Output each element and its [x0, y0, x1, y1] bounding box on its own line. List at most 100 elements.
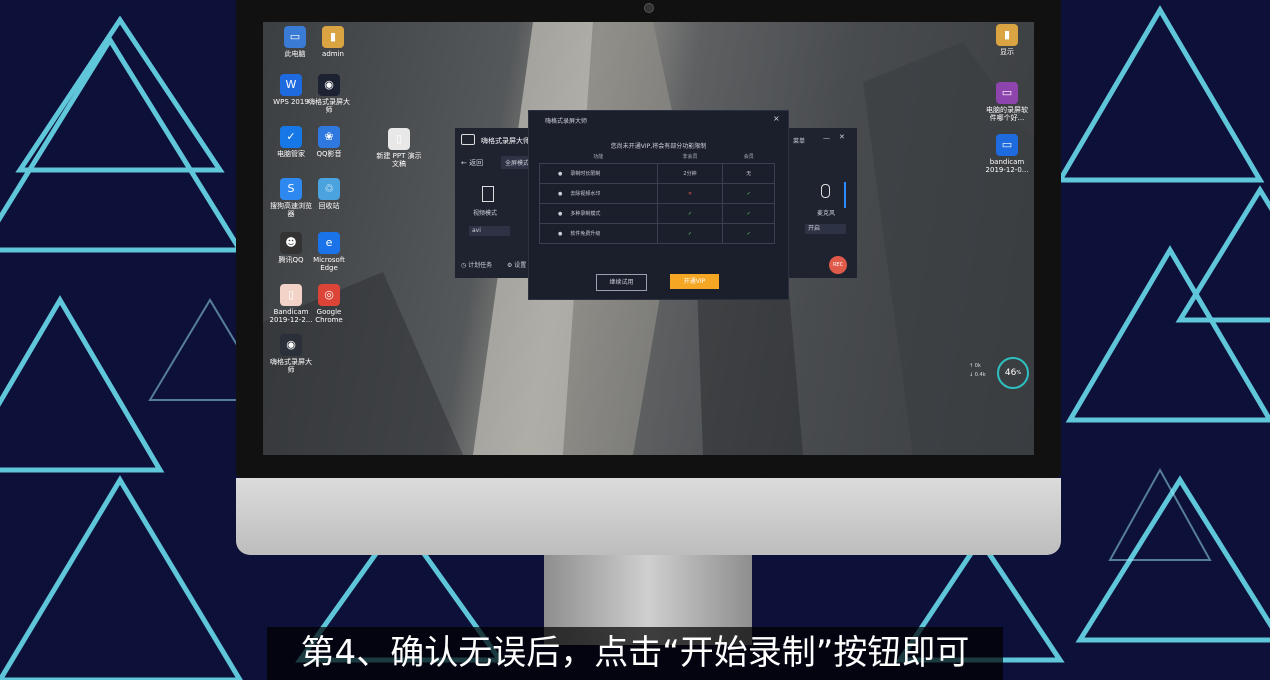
free-cell: 2分钟 — [656, 163, 724, 184]
feature-label: 软件免费升级 — [570, 231, 601, 237]
app-icon: ▮ — [322, 26, 344, 48]
rec-label: REC — [832, 262, 844, 268]
microphone-icon — [821, 184, 830, 198]
desktop-icon-label: 新建 PPT 演示文稿 — [376, 152, 422, 168]
app-logo-icon — [461, 134, 475, 145]
desktop-icon[interactable]: ▮ 显示 — [983, 24, 1031, 56]
desktop-icon[interactable]: ▭ 电脑的录屏软件哪个好... — [983, 82, 1031, 122]
feature-label: 去除视频水印 — [570, 191, 601, 197]
minimize-button[interactable]: — — [823, 134, 830, 142]
col-feature: 功能 — [593, 153, 604, 160]
app-icon: ✓ — [280, 126, 302, 148]
free-cell: ✕ — [656, 183, 724, 204]
desktop-icon-label: Google Chrome — [315, 308, 343, 324]
feature-cell: ● 去除视频水印 — [539, 183, 658, 204]
app-icon: ◉ — [280, 334, 302, 356]
col-vip: 会员 — [743, 153, 754, 160]
clock-icon: ● — [558, 171, 563, 177]
desktop-icon-label: 回收站 — [318, 202, 340, 210]
vip-cell: ✓ — [722, 203, 775, 224]
webcam-dot — [644, 3, 654, 13]
desktop-icon[interactable]: ▮ admin — [309, 26, 357, 58]
back-label: 返回 — [469, 159, 484, 167]
desktop-icon[interactable]: ▭ bandicam 2019-12-0... — [983, 134, 1031, 174]
desktop-icon-label: 电脑的录屏软件哪个好... — [986, 106, 1028, 122]
desktop-icon-label: 显示 — [1000, 48, 1014, 56]
app-icon: ▯ — [388, 128, 410, 150]
watermark-icon: ● — [558, 191, 563, 197]
menu-button[interactable]: 菜单 — [793, 136, 805, 145]
trial-button[interactable]: 继续试用 — [596, 274, 647, 291]
settings-label: 设置 — [514, 262, 527, 269]
monitor-chin — [236, 478, 1061, 555]
video-mode-label: 视频模式 — [473, 210, 498, 217]
subtitle-caption: 第4、确认无误后，点击“开始录制”按钮即可 — [267, 627, 1003, 680]
col-free: 非会员 — [682, 153, 698, 160]
dialog-title: 嗨格式录屏大师 — [545, 118, 588, 125]
app-window-left: 嗨格式录屏大师 ← 返回 全屏模式 视频模式 avi ◷ 计划任务 ⚙ 设置 — [455, 128, 533, 278]
mic-label: 麦克风 — [817, 210, 836, 217]
feature-cell: ● 多种录制模式 — [539, 203, 658, 224]
app-icon: ♲ — [318, 178, 340, 200]
format-select[interactable]: avi — [469, 226, 510, 236]
feature-cell: ● 软件免费升级 — [539, 223, 658, 244]
app-icon: ▭ — [996, 82, 1018, 104]
desktop-icon[interactable]: ❀ QQ影音 — [305, 126, 353, 158]
vip-dialog: 嗨格式录屏大师 × 您尚未开通VIP,将会有部分功能限制 功能 非会员 会员 ●… — [528, 110, 789, 300]
schedule-label: 计划任务 — [468, 262, 493, 269]
speed-down: 0.4k — [974, 372, 986, 378]
upgrade-icon: ● — [558, 231, 563, 237]
mic-state-select[interactable]: 开启 — [805, 224, 846, 234]
desktop-icon[interactable]: e Microsoft Edge — [305, 232, 353, 272]
modes-icon: ● — [558, 211, 563, 217]
free-cell: ✓ — [656, 203, 724, 224]
app-icon: ◉ — [318, 74, 340, 96]
app-icon: ◎ — [318, 284, 340, 306]
vip-cell: ✓ — [722, 223, 775, 244]
gauge-percent: 46 — [1004, 368, 1017, 378]
feature-label: 多种录制模式 — [570, 211, 601, 217]
app-window-right: 菜单 — ✕ 麦克风 开启 REC — [787, 128, 857, 278]
app-icon: W — [280, 74, 302, 96]
app-icon: ▭ — [284, 26, 306, 48]
vip-cell: ✓ — [722, 183, 775, 204]
free-cell: ✓ — [656, 223, 724, 244]
desktop-icon-label: 嗨格式录屏大师 — [308, 98, 350, 114]
feature-table: 功能 非会员 会员 ● 录制时长限制 2分钟无 ● 去除视频水印 ✕ ✓ ● 多种录制模式 ✓ ✓ ●… — [539, 149, 775, 244]
desktop-icon-label: QQ影音 — [316, 150, 342, 158]
back-button[interactable]: ← 返回 — [461, 158, 483, 168]
app-icon: ☻ — [280, 232, 302, 254]
speed-up: 0k — [974, 363, 981, 369]
close-button[interactable]: ✕ — [839, 133, 845, 141]
document-icon — [482, 186, 494, 202]
dialog-close-button[interactable]: × — [773, 114, 780, 123]
desktop-icon-label: bandicam 2019-12-0... — [985, 158, 1029, 174]
app-icon: ▮ — [996, 24, 1018, 46]
schedule-button[interactable]: ◷ 计划任务 — [461, 260, 492, 269]
table-row: ● 去除视频水印 ✕ ✓ — [539, 183, 775, 204]
table-row: ● 录制时长限制 2分钟无 — [539, 163, 775, 184]
table-header: 功能 非会员 会员 — [540, 149, 775, 164]
settings-button[interactable]: ⚙ 设置 — [507, 260, 526, 269]
desktop-icon-label: Microsoft Edge — [313, 256, 345, 272]
desktop-icon[interactable]: ◉ 嗨格式录屏大师 — [267, 334, 315, 374]
feature-cell: ● 录制时长限制 — [539, 163, 658, 184]
desktop-icon-label: 嗨格式录屏大师 — [270, 358, 312, 374]
table-row: ● 多种录制模式 ✓ ✓ — [539, 203, 775, 224]
feature-label: 录制时长限制 — [570, 171, 601, 177]
app-icon: ▯ — [280, 284, 302, 306]
app-icon: S — [280, 178, 302, 200]
desktop-icon[interactable]: ◉ 嗨格式录屏大师 — [305, 74, 353, 114]
desktop-icon[interactable]: ▯ 新建 PPT 演示文稿 — [375, 128, 423, 168]
record-button[interactable]: REC — [829, 256, 847, 274]
desktop-screen: ▭ 此电脑 ▮ admin W WPS 2019 ◉ 嗨格式录屏大师 ✓ 电脑管家 ❀ QQ影音 ▯ 新建… — [263, 22, 1034, 455]
app-icon: ▭ — [996, 134, 1018, 156]
desktop-icon[interactable]: ◎ Google Chrome — [305, 284, 353, 324]
vip-button[interactable]: 开通VIP — [670, 274, 719, 289]
mic-level-slider[interactable] — [844, 182, 846, 208]
desktop-icon[interactable]: ♲ 回收站 — [305, 178, 353, 210]
desktop-icon-label: admin — [322, 50, 344, 58]
app-title: 嗨格式录屏大师 — [481, 137, 530, 145]
app-icon: e — [318, 232, 340, 254]
app-icon: ❀ — [318, 126, 340, 148]
